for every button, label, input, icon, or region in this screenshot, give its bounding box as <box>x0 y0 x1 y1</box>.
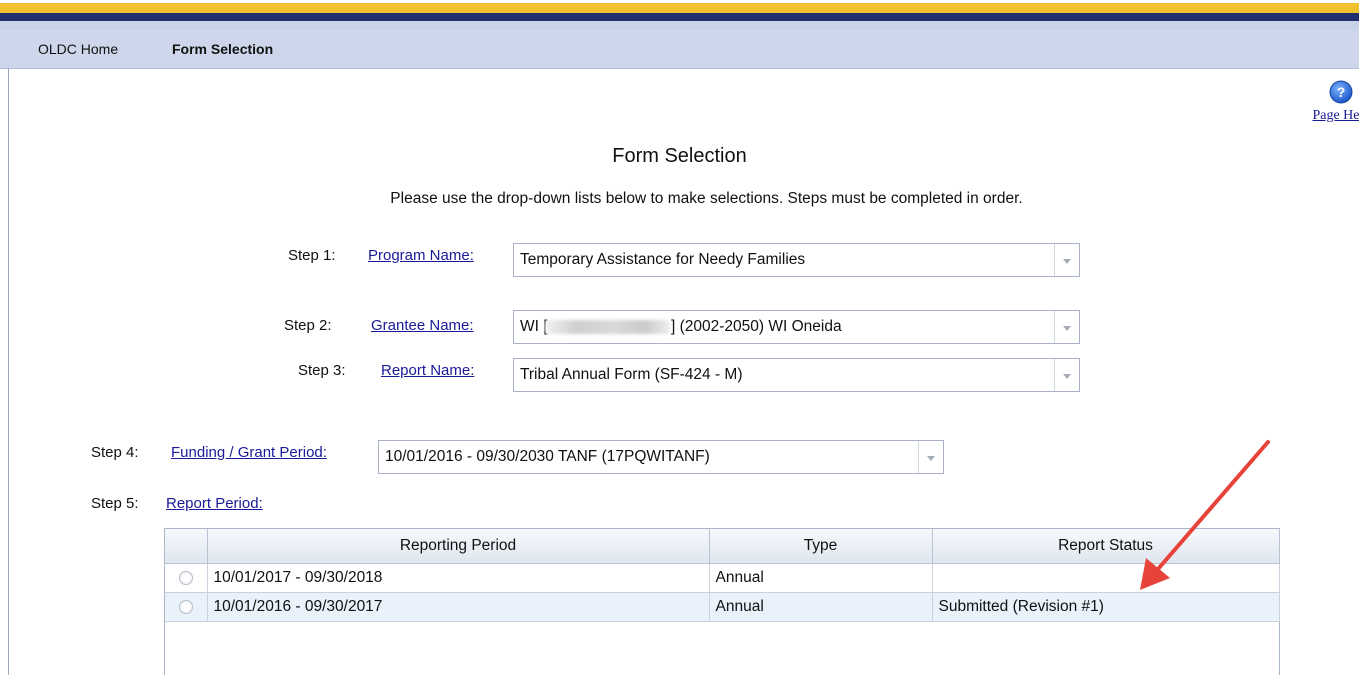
program-name-value: Temporary Assistance for Needy Families <box>520 251 806 268</box>
banner-navy-stripe <box>0 13 1359 21</box>
program-name-link[interactable]: Program Name: <box>368 247 474 264</box>
nav-bar: OLDC Home Form Selection <box>0 30 1359 69</box>
grantee-name-link[interactable]: Grantee Name: <box>371 317 474 334</box>
row-radio-cell[interactable] <box>165 563 208 593</box>
column-header-reporting-period[interactable]: Reporting Period <box>207 529 710 564</box>
page-instructions: Please use the drop-down lists below to … <box>390 190 1023 207</box>
annotation-arrow-icon <box>1140 440 1270 590</box>
svg-text:?: ? <box>1337 84 1346 100</box>
row-radio-cell[interactable] <box>165 592 208 622</box>
step5-label: Step 5: <box>91 495 139 512</box>
column-header-type[interactable]: Type <box>709 529 933 564</box>
step2-label: Step 2: <box>284 317 332 334</box>
step4-label: Step 4: <box>91 444 139 461</box>
chevron-down-icon[interactable] <box>1054 359 1079 391</box>
step3-label: Step 3: <box>298 362 346 379</box>
table-row[interactable]: 10/01/2016 - 09/30/2017 Annual Submitted… <box>165 592 1280 622</box>
table-header-row: Reporting Period Type Report Status <box>165 529 1280 564</box>
radio-button[interactable] <box>178 570 193 585</box>
funding-grant-period-link[interactable]: Funding / Grant Period: <box>171 444 327 461</box>
funding-grant-period-value: 10/01/2016 - 09/30/2030 TANF (17PQWITANF… <box>385 448 710 465</box>
page-title: Form Selection <box>612 145 747 167</box>
chevron-down-icon[interactable] <box>918 441 943 473</box>
redacted-grantee-id <box>545 320 670 334</box>
reporting-period-cell: 10/01/2017 - 09/30/2018 <box>207 563 710 593</box>
top-banner <box>0 0 1359 30</box>
report-period-link[interactable]: Report Period: <box>166 495 263 512</box>
chevron-down-icon[interactable] <box>1054 311 1079 343</box>
report-name-value: Tribal Annual Form (SF-424 - M) <box>520 366 743 383</box>
nav-oldc-home[interactable]: OLDC Home <box>38 30 118 68</box>
table-row[interactable]: 10/01/2017 - 09/30/2018 Annual <box>165 563 1280 593</box>
grantee-name-suffix: ] (2002-2050) WI Oneida <box>671 318 842 335</box>
chevron-down-icon[interactable] <box>1054 244 1079 276</box>
program-name-select[interactable]: Temporary Assistance for Needy Families <box>513 243 1080 277</box>
type-cell: Annual <box>709 592 933 622</box>
report-name-select[interactable]: Tribal Annual Form (SF-424 - M) <box>513 358 1080 392</box>
funding-grant-period-select[interactable]: 10/01/2016 - 09/30/2030 TANF (17PQWITANF… <box>378 440 944 474</box>
banner-light-stripe <box>0 21 1359 30</box>
column-header-select <box>165 529 208 564</box>
grantee-name-prefix: WI [ <box>520 318 548 335</box>
page-help[interactable]: ? Page He <box>1312 80 1359 123</box>
report-period-grid: Reporting Period Type Report Status 10/0… <box>164 528 1280 675</box>
reporting-period-cell: 10/01/2016 - 09/30/2017 <box>207 592 710 622</box>
grantee-name-select[interactable]: WI [ ] (2002-2050) WI Oneida <box>513 310 1080 344</box>
page-help-link[interactable]: Page He <box>1296 108 1359 124</box>
report-name-link[interactable]: Report Name: <box>381 362 474 379</box>
type-cell: Annual <box>709 563 933 593</box>
question-circle-icon[interactable]: ? <box>1329 80 1353 104</box>
step1-label: Step 1: <box>288 247 336 264</box>
radio-button[interactable] <box>178 599 193 614</box>
nav-form-selection[interactable]: Form Selection <box>172 30 273 68</box>
report-period-table: Reporting Period Type Report Status 10/0… <box>165 529 1280 622</box>
